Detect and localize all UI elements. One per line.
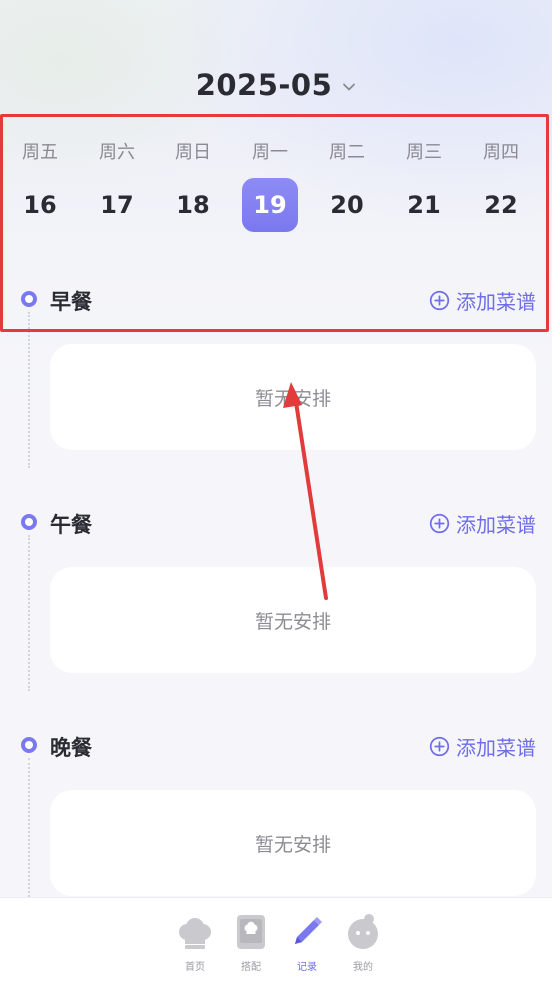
date-number: 19 [253,191,287,219]
weekday-label: 周二 [329,142,365,163]
add-recipe-button[interactable]: 添加菜谱 [429,286,536,315]
meal-title: 晚餐 [50,736,92,760]
plus-circle-icon [429,513,450,534]
plus-circle-icon [429,290,450,311]
month-selector[interactable]: 2025-05 [0,62,552,108]
nav-label: 搭配 [241,962,261,973]
day-item[interactable]: 周日 18 [155,128,231,238]
chef-hat-icon [179,918,211,949]
date-number: 18 [176,191,210,219]
nav-item-home[interactable]: 首页 [167,912,223,978]
empty-state-text: 暂无安排 [254,387,331,410]
date-box: 20 [319,178,375,232]
date-box: 22 [473,178,529,232]
meal-section-breakfast: 早餐 添加菜谱 暂无安排 [0,282,552,462]
day-item[interactable]: 周二 20 [309,128,385,238]
add-recipe-button[interactable]: 添加菜谱 [429,509,536,538]
day-item[interactable]: 周四 22 [463,128,539,238]
empty-state-text: 暂无安排 [254,610,331,633]
meal-card[interactable]: 暂无安排 [50,344,536,450]
timeline-dot [21,514,37,530]
date-number: 22 [484,191,518,219]
recipe-book-icon [237,915,265,949]
meal-section-dinner: 晚餐 添加菜谱 暂无安排 [0,728,552,898]
date-box: 21 [396,178,452,232]
day-item-selected[interactable]: 周一 19 [232,128,308,238]
add-recipe-label: 添加菜谱 [456,290,536,314]
date-box-selected: 19 [242,178,298,232]
nav-item-pairing[interactable]: 搭配 [223,912,279,978]
day-item[interactable]: 周六 17 [79,128,155,238]
date-box: 17 [89,178,145,232]
weekday-label: 周六 [99,142,135,163]
empty-state-text: 暂无安排 [254,833,331,856]
add-recipe-label: 添加菜谱 [456,513,536,537]
date-number: 16 [23,191,57,219]
month-title: 2025-05 [195,68,333,102]
meal-card[interactable]: 暂无安排 [50,567,536,673]
weekday-label: 周五 [22,142,58,163]
timeline-dot [21,737,37,753]
add-recipe-label: 添加菜谱 [456,736,536,760]
nav-item-record[interactable]: 记录 [279,912,335,978]
weekday-label: 周一 [252,142,288,163]
weekday-label: 周日 [175,142,211,163]
day-item[interactable]: 周三 21 [386,128,462,238]
pencil-icon [295,917,322,944]
profile-face-icon [348,914,378,949]
nav-label: 我的 [353,962,373,973]
weekday-label: 周四 [483,142,519,163]
meal-title: 午餐 [50,513,92,537]
plus-circle-icon [429,736,450,757]
bottom-nav: 首页 搭配 记录 我的 [0,897,552,982]
date-box: 18 [165,178,221,232]
nav-label: 首页 [185,962,205,973]
date-number: 20 [330,191,364,219]
meal-section-lunch: 午餐 添加菜谱 暂无安排 [0,505,552,685]
day-item[interactable]: 周五 16 [2,128,78,238]
add-recipe-button[interactable]: 添加菜谱 [429,732,536,761]
week-strip: 周五 16 周六 17 周日 18 周一 19 周二 20 周三 21 周四 2… [0,128,552,248]
meal-title: 早餐 [50,290,92,314]
date-box: 16 [12,178,68,232]
date-number: 21 [407,191,441,219]
weekday-label: 周三 [406,142,442,163]
meal-card[interactable]: 暂无安排 [50,790,536,896]
nav-label: 记录 [297,962,317,973]
timeline-dot [21,291,37,307]
date-number: 17 [100,191,134,219]
chevron-down-icon [343,83,356,91]
nav-item-mine[interactable]: 我的 [335,912,391,978]
